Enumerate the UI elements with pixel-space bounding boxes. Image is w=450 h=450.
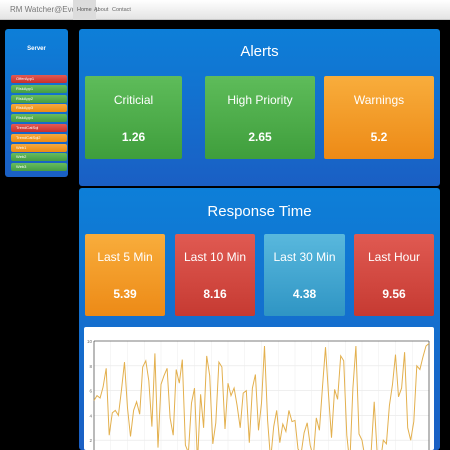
y-tick-label: 6 <box>89 389 92 394</box>
y-tick-label: 2 <box>89 438 92 443</box>
response-time-chart: 2 4 6 8 10 <box>84 327 434 450</box>
alert-warnings-label: Warnings <box>353 93 405 107</box>
alerts-panel: Alerts Criticial 1.26 High Priority 2.65… <box>79 29 440 186</box>
y-tick-label: 10 <box>87 339 93 344</box>
rt-hour-label: Last Hour <box>367 250 421 264</box>
rt-hour-value: 9.56 <box>382 287 406 301</box>
alert-critical-label: Criticial <box>113 93 154 107</box>
response-time-title: Response Time <box>207 203 312 220</box>
rt-30min-value: 4.38 <box>292 287 317 301</box>
server-item-web3[interactable]: Web3 <box>11 163 67 172</box>
alert-critical-value: 1.26 <box>121 130 146 144</box>
response-time-chart-svg: 2 4 6 8 10 <box>87 339 430 450</box>
alerts-title: Alerts <box>240 43 279 60</box>
server-item-web1[interactable]: Web1 <box>11 143 67 152</box>
rt-10min-label: Last 10 Min <box>183 250 247 264</box>
y-tick-label: 4 <box>89 413 92 418</box>
y-tick-label: 8 <box>89 364 92 369</box>
server-item-riskapp1[interactable]: RiskApp1 <box>11 84 67 93</box>
rt-5min-label: Last 5 Min <box>97 250 153 264</box>
sidebar-title: Server <box>27 46 46 52</box>
server-item-riskapp2[interactable]: RiskApp2 <box>11 94 67 103</box>
server-item-riskapp3[interactable]: RiskApp3 <box>11 104 67 113</box>
rt-card-hour[interactable]: Last Hour 9.56 <box>354 234 434 316</box>
response-time-panel: Response Time Last 5 Min 5.39 Last 10 Mi… <box>79 188 440 450</box>
alert-high-priority-value: 2.65 <box>248 130 272 144</box>
server-item-offerapp1[interactable]: OfferApp1 <box>11 75 67 83</box>
top-navbar: RM Watcher@Evolentas Home About Contact <box>0 0 450 20</box>
server-sidebar: Server OfferApp1 RiskApp1 RiskApp2 RiskApp3… <box>5 29 68 177</box>
server-item-riskapp4[interactable]: RiskApp4 <box>11 114 67 123</box>
rt-card-30min[interactable]: Last 30 Min 4.38 <box>264 234 345 316</box>
alert-card-high-priority[interactable]: High Priority 2.65 <box>205 76 315 159</box>
alert-high-priority-label: High Priority <box>227 93 293 107</box>
rt-card-5min[interactable]: Last 5 Min 5.39 <box>85 234 165 316</box>
nav-contact-link[interactable]: Contact <box>108 0 135 20</box>
server-item-web2[interactable]: Web2 <box>11 153 67 162</box>
rt-30min-label: Last 30 Min <box>273 250 336 264</box>
server-item-trendcatsql2[interactable]: TrendCatSql2 <box>11 133 67 142</box>
alert-card-critical[interactable]: Criticial 1.26 <box>85 76 182 159</box>
rt-5min-value: 5.39 <box>113 287 137 301</box>
alert-card-warnings[interactable]: Warnings 5.2 <box>324 76 434 159</box>
rt-card-10min[interactable]: Last 10 Min 8.16 <box>175 234 255 316</box>
alert-warnings-value: 5.2 <box>370 130 388 144</box>
server-item-trendcatsql[interactable]: TrendCatSql <box>11 124 67 132</box>
rt-10min-value: 8.16 <box>203 287 227 301</box>
